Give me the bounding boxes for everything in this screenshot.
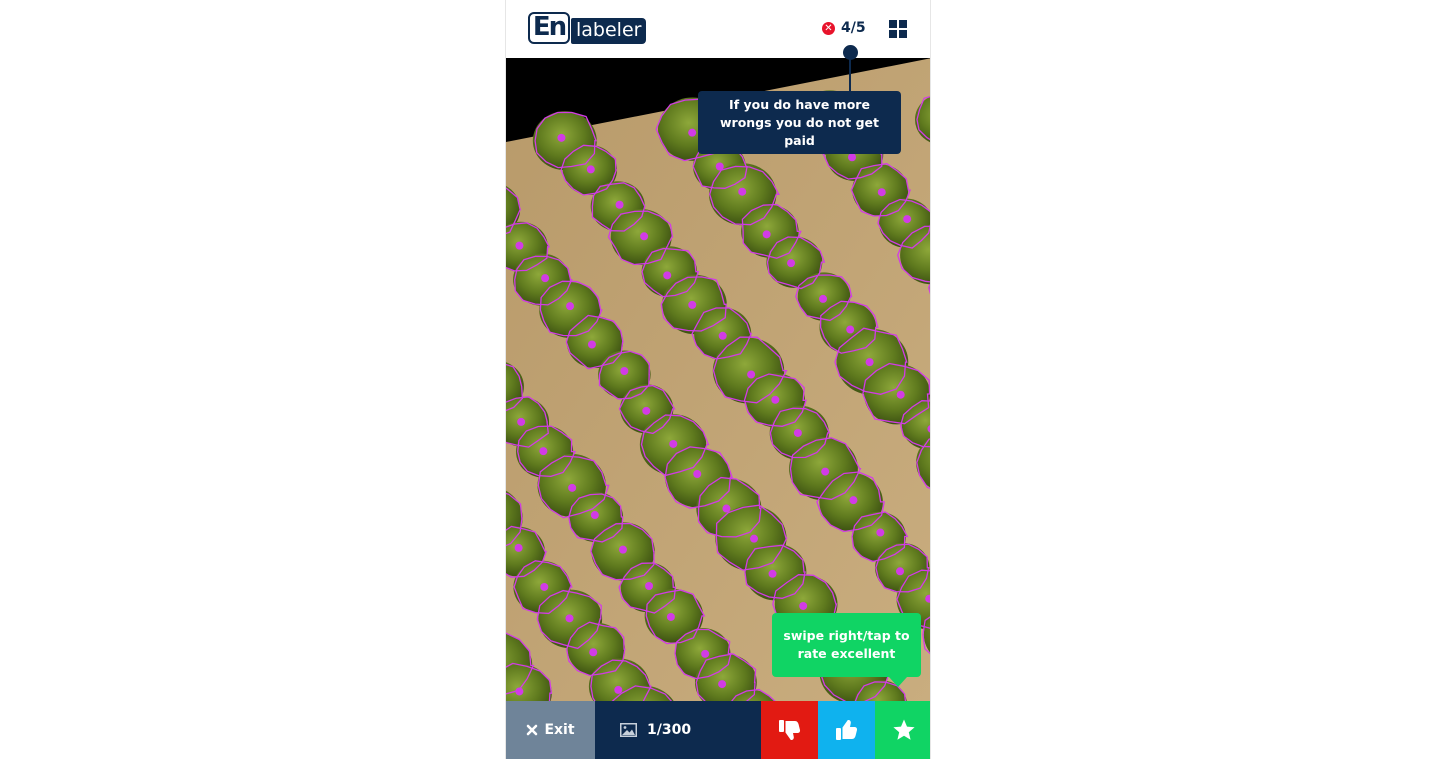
excellent-tooltip-arrow <box>889 677 907 687</box>
plant-center-point <box>565 614 574 623</box>
star-icon <box>892 719 915 740</box>
wrong-count-text: 4/5 <box>841 20 866 36</box>
plant-center-point <box>821 467 830 476</box>
plant-center-point <box>586 165 595 174</box>
plant-center-point <box>642 406 651 415</box>
plant-center-point <box>849 496 858 505</box>
plant-center-point <box>750 534 759 543</box>
image-icon <box>620 723 637 737</box>
action-bar: Exit 1/300 <box>506 701 930 759</box>
plant-center-point <box>615 200 624 209</box>
annotated-image[interactable] <box>506 58 931 701</box>
plant-center-point <box>715 162 724 171</box>
wrongs-tooltip: If you do have more wrongs you do not ge… <box>698 91 901 154</box>
plant-center-point <box>718 331 727 340</box>
excellent-tooltip: swipe right/tap to rate excellent <box>772 613 921 677</box>
rate-excellent-button[interactable] <box>875 701 930 759</box>
plant-center-point <box>620 367 629 376</box>
exit-label: Exit <box>544 722 575 738</box>
plant-center-point <box>540 582 549 591</box>
plant-center-point <box>771 395 780 404</box>
plant-center-point <box>865 358 874 367</box>
plant-center-point <box>515 687 524 696</box>
close-icon <box>527 724 538 736</box>
plant-center-point <box>819 294 828 303</box>
plant-center-point <box>877 188 886 197</box>
logo-en-mark: En <box>528 12 570 44</box>
plant-center-point <box>848 153 857 162</box>
plant-center-point <box>738 187 747 196</box>
x-circle-icon: ✕ <box>822 21 835 35</box>
plant-center-point <box>688 300 697 309</box>
plant-center-point <box>514 543 523 552</box>
plant-center-point <box>517 417 526 426</box>
tooltip-pointer-dot <box>843 45 858 60</box>
plant-center-point <box>896 567 905 576</box>
plant-center-point <box>762 230 771 239</box>
image-counter-text: 1/300 <box>647 722 692 738</box>
plant-center-point <box>787 259 796 268</box>
rate-bad-button[interactable] <box>761 701 818 759</box>
plant-center-point <box>793 428 802 437</box>
plant-center-point <box>903 215 912 224</box>
plant-center-point <box>589 648 598 657</box>
plant-center-point <box>768 569 777 578</box>
logo-labeler-text: labeler <box>571 18 647 44</box>
plant-center-point <box>688 128 697 137</box>
plant-center-point <box>896 390 905 399</box>
plant-center-point <box>645 582 654 591</box>
rate-good-button[interactable] <box>818 701 875 759</box>
plant-center-point <box>539 447 548 456</box>
aerial-crop-image <box>506 58 931 701</box>
plant-center-point <box>876 528 885 537</box>
plant-center-point <box>718 680 727 689</box>
plant-center-point <box>590 511 599 520</box>
plant-center-point <box>557 133 566 142</box>
plant-center-point <box>930 252 931 260</box>
plant-center-point <box>669 439 678 448</box>
plant-center-point <box>640 232 649 241</box>
thumbs-down-icon <box>778 720 800 740</box>
plant-center-point <box>693 469 702 478</box>
plant-center-point <box>663 271 672 280</box>
plant-center-point <box>666 612 675 621</box>
plant-center-point <box>799 601 808 610</box>
labeler-app: En labeler ✕ 4/5 If you do have more wro… <box>505 0 931 759</box>
plant-center-point <box>541 274 550 283</box>
plant-center-point <box>747 370 756 379</box>
plant-center-point <box>846 325 855 334</box>
grid-icon[interactable] <box>889 20 907 38</box>
plant-center-point <box>722 504 731 513</box>
enlabeler-logo: En labeler <box>528 12 647 46</box>
plant-center-point <box>701 649 710 658</box>
plant-center-point <box>618 545 627 554</box>
plant-center-point <box>568 483 577 492</box>
plant-center-point <box>614 685 623 694</box>
wrong-counter: ✕ 4/5 <box>822 20 866 36</box>
plant-center-point <box>566 302 575 311</box>
thumbs-up-icon <box>835 720 857 740</box>
plant-center-point <box>515 241 524 250</box>
image-counter: 1/300 <box>595 701 761 759</box>
plant-center-point <box>587 340 596 349</box>
app-header: En labeler ✕ 4/5 <box>506 0 930 58</box>
exit-button[interactable]: Exit <box>506 701 595 759</box>
